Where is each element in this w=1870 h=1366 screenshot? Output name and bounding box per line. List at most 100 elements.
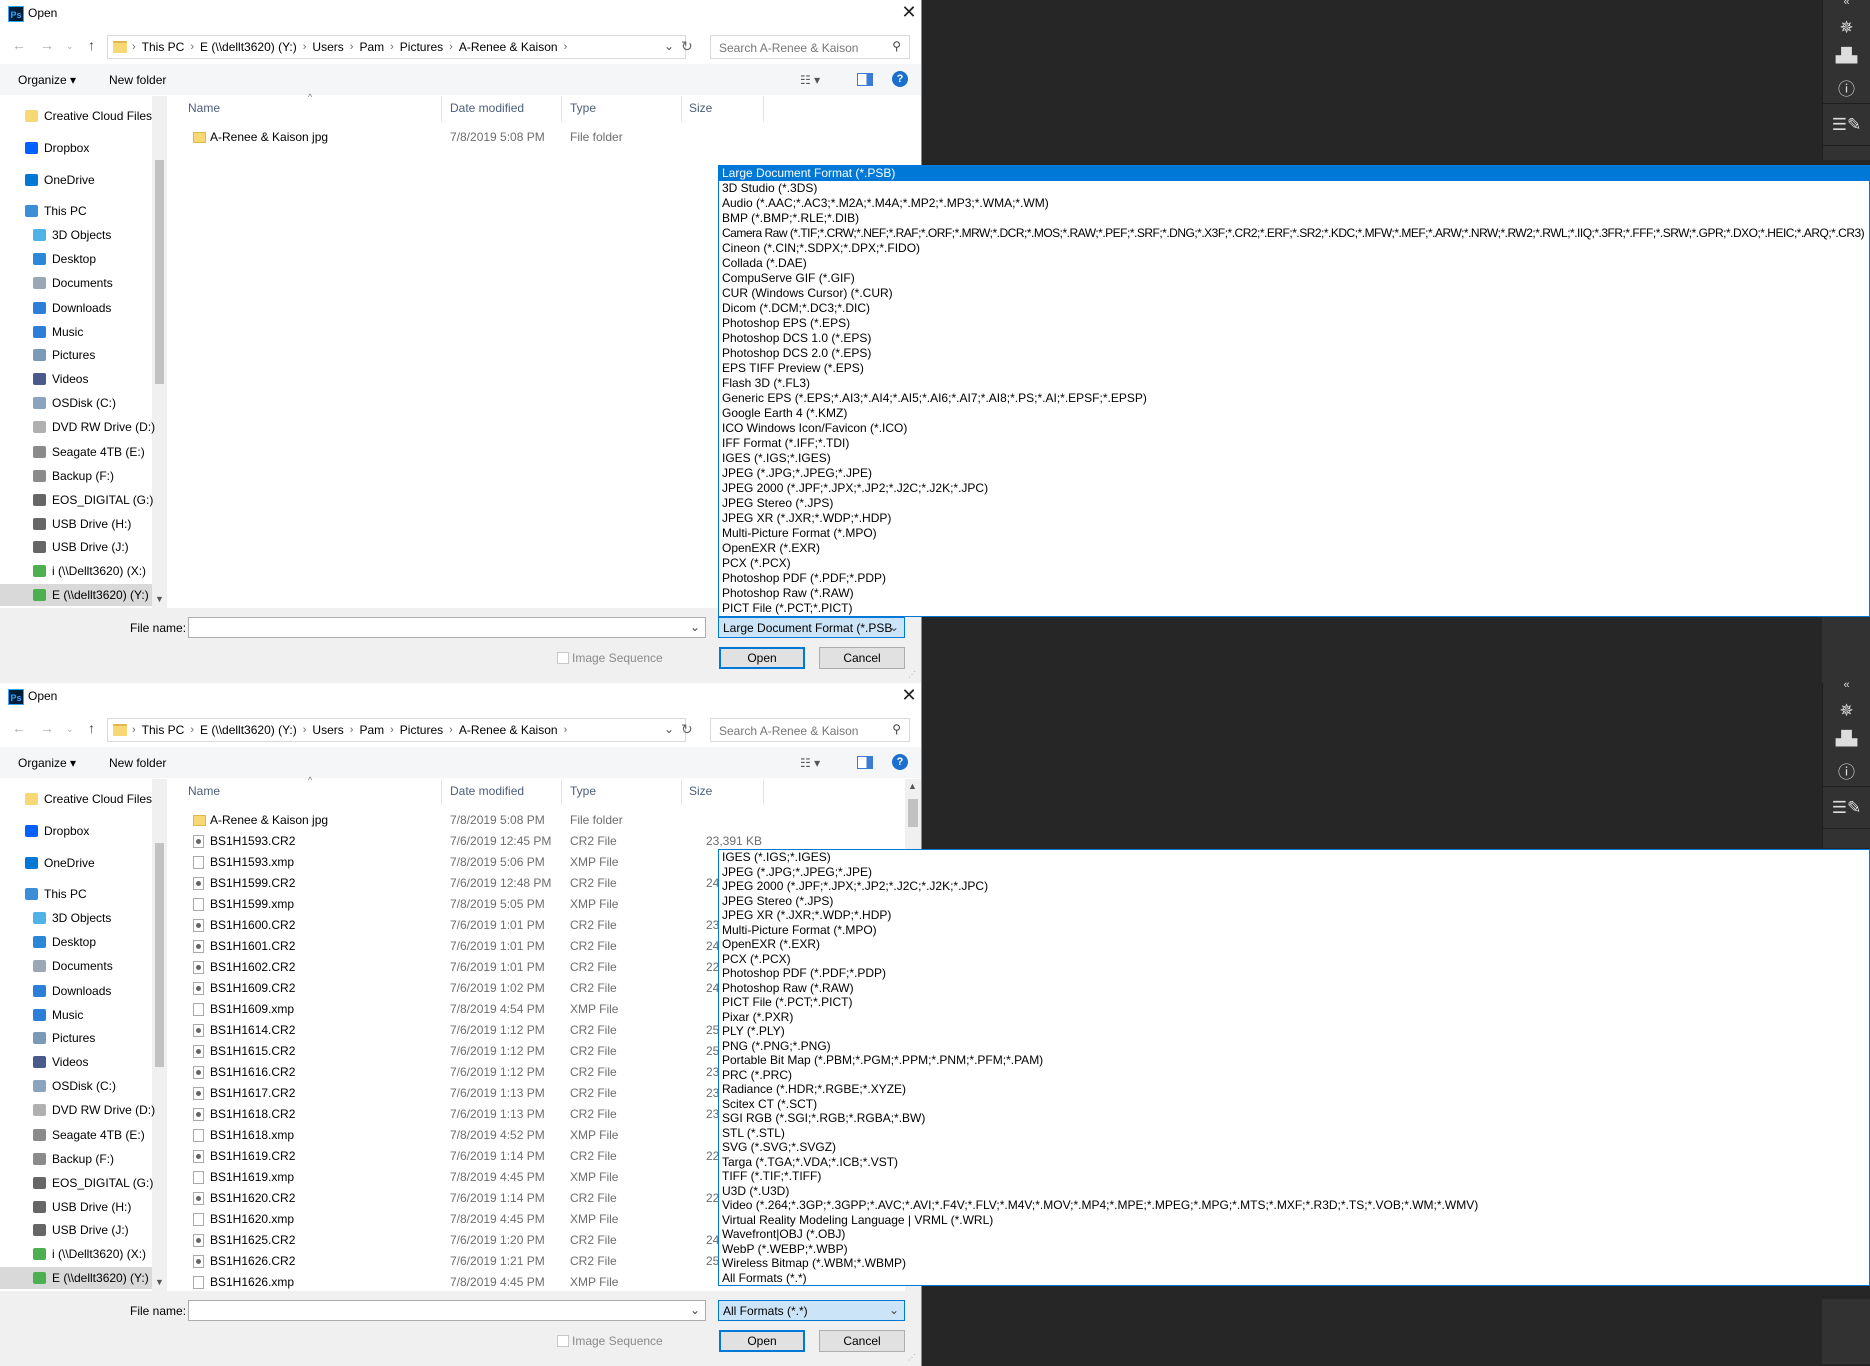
help-icon[interactable]: ? [892, 754, 908, 770]
sidebar-item[interactable]: Desktop [0, 248, 152, 270]
sidebar-item[interactable]: DVD RW Drive (D:) [0, 1099, 155, 1121]
column-divider[interactable] [561, 96, 562, 122]
dropdown-option[interactable]: Collada (*.DAE) [719, 256, 1869, 271]
dropdown-option[interactable]: Multi-Picture Format (*.MPO) [719, 923, 1869, 938]
sidebar-item[interactable]: Dropbox [0, 820, 152, 842]
sidebar-item[interactable]: E (\\dellt3620) (Y:) [0, 1267, 152, 1289]
sidebar-item[interactable]: USB Drive (H:) [0, 513, 152, 535]
histogram-icon[interactable]: ▟▙ [1823, 47, 1870, 64]
dropdown-option[interactable]: OpenEXR (*.EXR) [719, 541, 1869, 556]
dropdown-option[interactable]: Targa (*.TGA;*.VDA;*.ICB;*.VST) [719, 1155, 1869, 1170]
brush-presets-icon[interactable]: ☰✎ [1823, 115, 1870, 135]
sidebar-item[interactable]: OneDrive [0, 852, 152, 874]
breadcrumb-2[interactable]: Users [312, 40, 343, 54]
file-type-dropdown-list[interactable]: IGES (*.IGS;*.IGES) JPEG (*.JPG;*.JPEG;*.… [718, 849, 1870, 1286]
sidebar-item[interactable]: Videos [0, 1051, 152, 1073]
dropdown-option[interactable]: Photoshop PDF (*.PDF;*.PDP) [719, 571, 1869, 586]
dropdown-option[interactable]: BMP (*.BMP;*.RLE;*.DIB) [719, 211, 1869, 226]
sidebar-item[interactable]: i (\\Dellt3620) (X:) [0, 1243, 152, 1265]
sidebar-item[interactable]: Desktop [0, 931, 152, 953]
column-divider[interactable] [441, 96, 442, 122]
dropdown-option[interactable]: Photoshop DCS 1.0 (*.EPS) [719, 331, 1869, 346]
dropdown-option[interactable]: Virtual Reality Modeling Language | VRML… [719, 1213, 1869, 1228]
column-divider[interactable] [561, 779, 562, 805]
breadcrumb-0[interactable]: This PC [142, 40, 185, 54]
sidebar-scroll-down-icon[interactable]: ▼ [155, 594, 164, 604]
column-header-name[interactable]: Name [188, 101, 220, 115]
address-bar[interactable]: › This PC › E (\\dellt3620) (Y:) › Users › Pam ›… [107, 35, 686, 59]
dropdown-option[interactable]: WebP (*.WEBP;*.WBP) [719, 1242, 1869, 1257]
sidebar-item[interactable]: 3D Objects [0, 907, 152, 929]
back-icon[interactable]: ← [12, 720, 26, 736]
sidebar-item[interactable]: Dropbox [0, 137, 152, 159]
column-header-size[interactable]: Size [689, 101, 712, 115]
dropdown-option[interactable]: Pixar (*.PXR) [719, 1010, 1869, 1025]
cancel-button[interactable]: Cancel [819, 1330, 905, 1352]
column-header-date-modified[interactable]: Date modified [450, 784, 524, 798]
sidebar-item[interactable]: Videos [0, 368, 152, 390]
dropdown-option[interactable]: PNG (*.PNG;*.PNG) [719, 1039, 1869, 1054]
breadcrumb-4[interactable]: Pictures [400, 723, 443, 737]
dropdown-option[interactable]: SGI RGB (*.SGI;*.RGB;*.RGBA;*.BW) [719, 1111, 1869, 1126]
file-row[interactable]: A-Renee & Kaison jpg 7/8/2019 5:08 PM File… [167, 810, 905, 831]
sidebar-item[interactable]: Downloads [0, 297, 152, 319]
collapse-panels-icon[interactable]: « [1823, 0, 1870, 8]
sidebar-item[interactable]: USB Drive (J:) [0, 1219, 152, 1241]
dropdown-option[interactable]: IGES (*.IGS;*.IGES) [719, 451, 1869, 466]
image-sequence-checkbox[interactable] [557, 1335, 569, 1347]
column-divider[interactable] [763, 779, 764, 805]
search-input[interactable]: Search A-Renee & Kaison ⚲ [710, 35, 910, 59]
dropdown-option[interactable]: JPEG 2000 (*.JPF;*.JPX;*.JP2;*.J2C;*.J2K… [719, 879, 1869, 894]
sidebar-item[interactable]: This PC [0, 883, 152, 905]
sidebar-scrollbar[interactable] [152, 96, 167, 608]
dropdown-option[interactable]: Audio (*.AAC;*.AC3;*.M2A;*.M4A;*.MP2;*.M… [719, 196, 1869, 211]
new-folder-button[interactable]: New folder [109, 73, 166, 87]
sidebar-item[interactable]: Creative Cloud Files [0, 105, 152, 127]
organize-button[interactable]: Organize ▾ [18, 756, 76, 770]
sidebar-item[interactable]: Downloads [0, 980, 152, 1002]
histogram-icon[interactable]: ▟▙ [1823, 730, 1870, 747]
dropdown-option[interactable]: Video (*.264;*.3GP;*.3GPP;*.AVC;*.AVI;*.… [719, 1198, 1869, 1213]
dropdown-option[interactable]: JPEG Stereo (*.JPS) [719, 894, 1869, 909]
sidebar-item[interactable]: OSDisk (C:) [0, 392, 152, 414]
refresh-icon[interactable]: ↻ [681, 721, 693, 738]
dropdown-option[interactable]: Flash 3D (*.FL3) [719, 376, 1869, 391]
dropdown-option[interactable]: Photoshop EPS (*.EPS) [719, 316, 1869, 331]
breadcrumb-2[interactable]: Users [312, 723, 343, 737]
info-icon[interactable]: ⓘ [1823, 75, 1870, 100]
breadcrumb-3[interactable]: Pam [359, 723, 384, 737]
dropdown-option[interactable]: Google Earth 4 (*.KMZ) [719, 406, 1869, 421]
column-header-type[interactable]: Type [570, 784, 596, 798]
view-options-icon[interactable]: ☷ ▾ [800, 73, 820, 87]
dropdown-option[interactable]: Portable Bit Map (*.PBM;*.PGM;*.PPM;*.PN… [719, 1053, 1869, 1068]
dropdown-option[interactable]: U3D (*.U3D) [719, 1184, 1869, 1199]
dropdown-option[interactable]: Large Document Format (*.PSB) [719, 166, 1869, 181]
breadcrumb-4[interactable]: Pictures [400, 40, 443, 54]
dropdown-option[interactable]: Wireless Bitmap (*.WBM;*.WBMP) [719, 1256, 1869, 1271]
dropdown-option[interactable]: Photoshop PDF (*.PDF;*.PDP) [719, 966, 1869, 981]
sidebar-item[interactable]: Seagate 4TB (E:) [0, 1124, 152, 1146]
breadcrumb-5[interactable]: A-Renee & Kaison [459, 723, 558, 737]
sidebar-item[interactable]: Documents [0, 272, 152, 294]
sidebar-item[interactable]: 3D Objects [0, 224, 152, 246]
sidebar-item[interactable]: Pictures [0, 1027, 152, 1049]
sidebar-item[interactable]: OneDrive [0, 169, 152, 191]
column-divider[interactable] [681, 779, 682, 805]
organize-button[interactable]: Organize ▾ [18, 73, 76, 87]
sidebar-item[interactable]: USB Drive (J:) [0, 536, 152, 558]
dropdown-option[interactable]: 3D Studio (*.3DS) [719, 181, 1869, 196]
file-list-scroll-up-icon[interactable]: ▲ [908, 781, 917, 791]
sidebar-item[interactable]: This PC [0, 200, 152, 222]
open-button[interactable]: Open [719, 1330, 805, 1352]
dropdown-option[interactable]: Camera Raw (*.TIF;*.CRW;*.NEF;*.RAF;*.OR… [719, 226, 1869, 241]
column-divider[interactable] [681, 96, 682, 122]
sidebar-item[interactable]: Documents [0, 955, 152, 977]
sidebar-item[interactable]: Backup (F:) [0, 1148, 152, 1170]
sidebar-item[interactable]: USB Drive (H:) [0, 1196, 152, 1218]
new-folder-button[interactable]: New folder [109, 756, 166, 770]
dropdown-option[interactable]: PCX (*.PCX) [719, 556, 1869, 571]
search-input[interactable]: Search A-Renee & Kaison ⚲ [710, 718, 910, 742]
file-type-dropdown-list[interactable]: Large Document Format (*.PSB) 3D Studio (… [718, 165, 1870, 617]
dropdown-option[interactable]: Radiance (*.HDR;*.RGBE;*.XYZE) [719, 1082, 1869, 1097]
dropdown-option[interactable]: STL (*.STL) [719, 1126, 1869, 1141]
